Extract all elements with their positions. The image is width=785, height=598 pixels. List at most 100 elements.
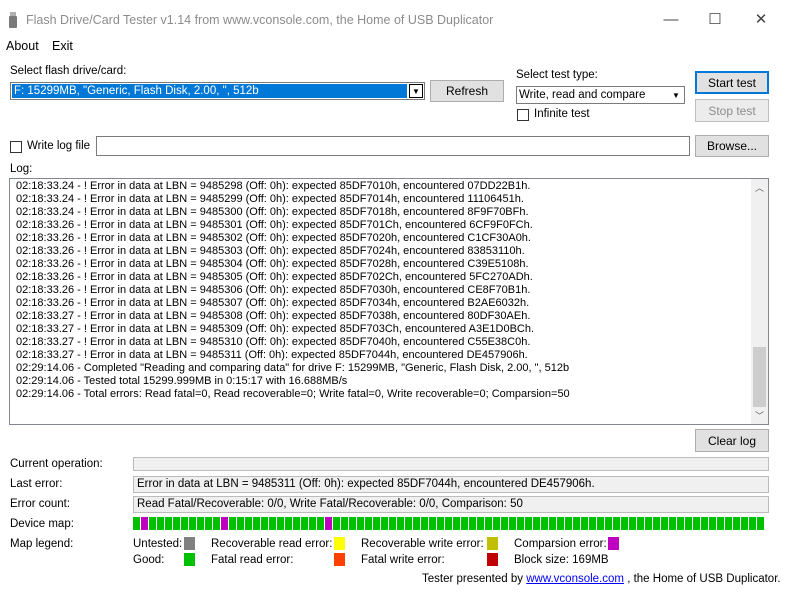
footer-suffix: , the Home of USB Duplicator. <box>624 573 781 585</box>
stop-test-button[interactable]: Stop test <box>695 99 769 122</box>
refresh-button[interactable]: Refresh <box>430 80 504 102</box>
device-map-cell <box>501 517 508 530</box>
device-map-cell <box>189 517 196 530</box>
device-map-cell <box>741 517 748 530</box>
device-map-cell <box>397 517 404 530</box>
minimize-button[interactable]: — <box>648 0 694 38</box>
device-map-cell <box>141 517 148 530</box>
device-map-cell <box>597 517 604 530</box>
legend-untested-swatch <box>184 537 195 550</box>
device-map-cell <box>653 517 660 530</box>
browse-button[interactable]: Browse... <box>695 135 769 157</box>
device-map-cell <box>589 517 596 530</box>
device-map-cell <box>661 517 668 530</box>
device-map-cell <box>221 517 228 530</box>
log-scrollbar[interactable]: ︿ ﹀ <box>751 179 768 424</box>
infinite-test-checkbox[interactable] <box>517 109 529 121</box>
clear-log-button[interactable]: Clear log <box>695 429 769 452</box>
legend-good-label: Good: <box>133 554 165 566</box>
legend-recoverable-read-swatch <box>334 537 345 550</box>
log-line: 02:29:14.06 - Tested total 15299.999MB i… <box>16 375 348 387</box>
device-map-cell <box>605 517 612 530</box>
device-map-cell <box>685 517 692 530</box>
device-map-cell <box>485 517 492 530</box>
write-log-label[interactable]: Write log file <box>27 140 90 152</box>
device-map-cell <box>429 517 436 530</box>
drive-select[interactable]: F: 15299MB, "Generic, Flash Disk, 2.00, … <box>10 82 425 100</box>
device-map-cell <box>181 517 188 530</box>
device-map <box>133 517 767 530</box>
device-map-cell <box>133 517 140 530</box>
vconsole-link[interactable]: www.vconsole.com <box>526 573 624 585</box>
log-textarea[interactable]: 02:18:33.24 - ! Error in data at LBN = 9… <box>9 178 769 425</box>
device-map-cell <box>437 517 444 530</box>
legend-fatal-read-label: Fatal read error: <box>211 554 294 566</box>
log-line: 02:29:14.06 - Completed "Reading and com… <box>16 362 570 374</box>
menu-about[interactable]: About <box>6 39 39 55</box>
device-map-cell <box>621 517 628 530</box>
device-map-cell <box>317 517 324 530</box>
chevron-down-icon[interactable]: ﹀ <box>751 407 768 424</box>
device-map-cell <box>333 517 340 530</box>
log-line: 02:18:33.26 - ! Error in data at LBN = 9… <box>16 258 529 270</box>
device-map-cell <box>477 517 484 530</box>
device-map-label: Device map: <box>10 518 74 530</box>
device-map-cell <box>309 517 316 530</box>
device-map-cell <box>157 517 164 530</box>
test-type-label: Select test type: <box>516 69 598 81</box>
close-button[interactable]: ✕ <box>738 0 784 38</box>
infinite-test-label[interactable]: Infinite test <box>534 108 590 120</box>
write-log-checkbox[interactable] <box>10 141 22 153</box>
legend-recoverable-write-swatch <box>487 537 498 550</box>
device-map-cell <box>637 517 644 530</box>
chevron-up-icon[interactable]: ︿ <box>751 179 768 196</box>
map-legend-label: Map legend: <box>10 538 74 550</box>
device-map-cell <box>373 517 380 530</box>
device-map-cell <box>325 517 332 530</box>
log-line: 02:18:33.26 - ! Error in data at LBN = 9… <box>16 232 531 244</box>
device-map-cell <box>365 517 372 530</box>
log-line: 02:18:33.26 - ! Error in data at LBN = 9… <box>16 271 533 283</box>
device-map-cell <box>197 517 204 530</box>
device-map-cell <box>709 517 716 530</box>
error-count-label: Error count: <box>10 498 71 510</box>
device-map-cell <box>525 517 532 530</box>
device-map-cell <box>757 517 764 530</box>
log-path-input[interactable] <box>96 136 690 156</box>
device-map-cell <box>413 517 420 530</box>
chevron-down-icon[interactable]: ▼ <box>409 84 423 98</box>
footer-prefix: Tester presented by <box>422 573 527 585</box>
log-line: 02:18:33.24 - ! Error in data at LBN = 9… <box>16 193 524 205</box>
legend-good-swatch <box>184 553 195 566</box>
device-map-cell <box>669 517 676 530</box>
log-line: 02:29:14.06 - Total errors: Read fatal=0… <box>16 388 570 400</box>
log-label: Log: <box>10 163 33 175</box>
last-error-field: Error in data at LBN = 9485311 (Off: 0h)… <box>133 476 769 493</box>
log-line: 02:18:33.26 - ! Error in data at LBN = 9… <box>16 245 525 257</box>
legend-fatal-write-label: Fatal write error: <box>361 554 445 566</box>
device-map-cell <box>253 517 260 530</box>
block-size-label: Block size: 169MB <box>514 554 609 566</box>
legend-recoverable-write-label: Recoverable write error: <box>361 538 484 550</box>
menu-exit[interactable]: Exit <box>52 39 73 55</box>
device-map-cell <box>717 517 724 530</box>
device-map-cell <box>245 517 252 530</box>
device-map-cell <box>581 517 588 530</box>
test-type-value: Write, read and compare <box>519 89 646 101</box>
device-map-cell <box>453 517 460 530</box>
device-map-cell <box>701 517 708 530</box>
device-map-cell <box>277 517 284 530</box>
device-map-cell <box>389 517 396 530</box>
log-line: 02:18:33.26 - ! Error in data at LBN = 9… <box>16 219 533 231</box>
chevron-down-icon[interactable]: ▼ <box>669 88 683 102</box>
legend-comparsion-swatch <box>608 537 619 550</box>
device-map-cell <box>381 517 388 530</box>
drive-select-value: F: 15299MB, "Generic, Flash Disk, 2.00, … <box>12 84 407 98</box>
maximize-button[interactable]: ☐ <box>692 0 738 38</box>
legend-untested-label: Untested: <box>133 538 183 550</box>
test-type-select[interactable]: Write, read and compare ▼ <box>516 86 685 104</box>
start-test-button[interactable]: Start test <box>695 71 769 94</box>
device-map-cell <box>749 517 756 530</box>
scrollbar-thumb[interactable] <box>753 347 766 407</box>
log-line: 02:18:33.26 - ! Error in data at LBN = 9… <box>16 284 531 296</box>
